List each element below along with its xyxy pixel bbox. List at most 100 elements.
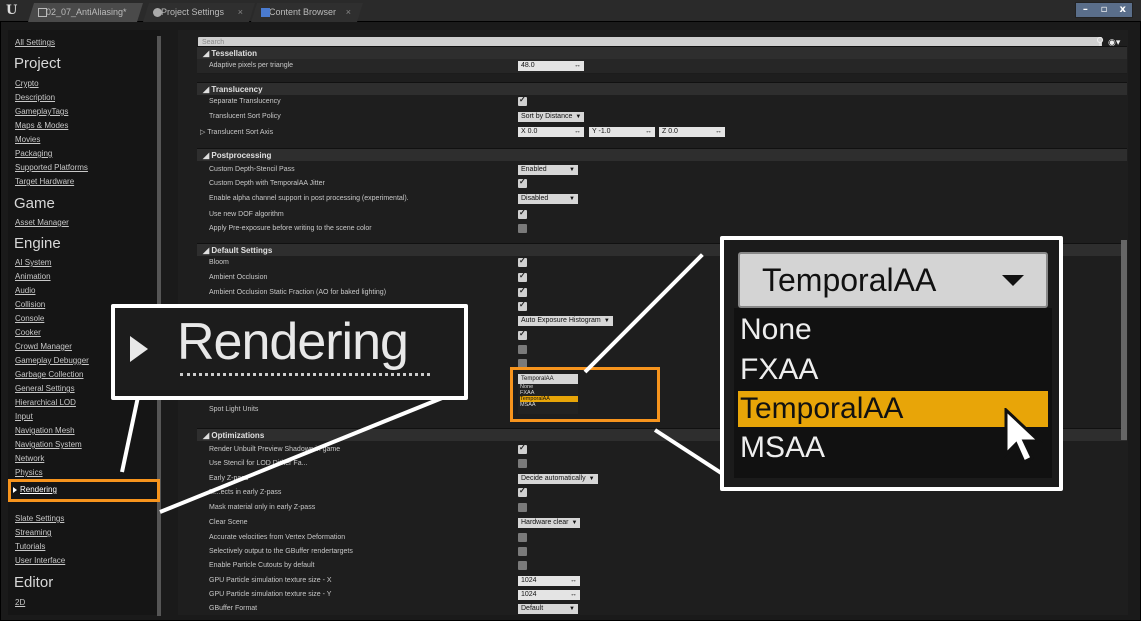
- sidebar-item-navigation-system[interactable]: Navigation System: [15, 440, 82, 449]
- sidebar-item-2d[interactable]: 2D: [15, 598, 25, 607]
- sidebar-all-settings[interactable]: All Settings: [15, 38, 55, 47]
- sidebar-item-general-settings[interactable]: General Settings: [15, 384, 75, 393]
- sort-policy-label: Translucent Sort Policy: [209, 113, 281, 120]
- masked-early-z-checkbox[interactable]: [518, 486, 527, 497]
- sidebar-heading-game: Game: [14, 195, 55, 212]
- panel-scrollbar[interactable]: [1121, 240, 1127, 440]
- depth-taa-checkbox[interactable]: [518, 177, 527, 188]
- aa-option-none[interactable]: None: [738, 312, 1048, 348]
- bloom-label: Bloom: [209, 259, 229, 266]
- close-tab-icon[interactable]: ×: [238, 3, 243, 22]
- clear-scene-label: Clear Scene: [209, 519, 248, 526]
- gbuffer-rt-checkbox[interactable]: [518, 547, 527, 556]
- sidebar-item-network[interactable]: Network: [15, 454, 44, 463]
- sort-axis-x-field[interactable]: X 0.0: [518, 127, 584, 137]
- sort-axis-y-field[interactable]: Y -1.0: [589, 127, 655, 137]
- sidebar-item-gameplay-debugger[interactable]: Gameplay Debugger: [15, 356, 89, 365]
- sidebar-item-crowd-manager[interactable]: Crowd Manager: [15, 342, 72, 351]
- sidebar-item-asset-manager[interactable]: Asset Manager: [15, 218, 69, 227]
- temporal-upsample-checkbox[interactable]: [518, 345, 527, 354]
- sidebar-item-gameplaytags[interactable]: GameplayTags: [15, 107, 68, 116]
- unbuilt-shadows-checkbox[interactable]: [518, 443, 527, 454]
- mask-material-checkbox[interactable]: [518, 503, 527, 512]
- ao-checkbox[interactable]: [518, 271, 527, 282]
- sidebar-item-input[interactable]: Input: [15, 412, 33, 421]
- sidebar-item-console[interactable]: Console: [15, 314, 44, 323]
- sidebar-item-crypto[interactable]: Crypto: [15, 79, 39, 88]
- depth-stencil-dropdown[interactable]: Enabled: [518, 165, 578, 175]
- aa-option-msaa[interactable]: MSAA: [738, 430, 1048, 466]
- aa-option-fxaa[interactable]: FXAA: [738, 352, 1048, 388]
- sidebar-item-audio[interactable]: Audio: [15, 286, 35, 295]
- particle-cutouts-checkbox[interactable]: [518, 561, 527, 570]
- gbuffer-rt-label: Selectively output to the GBuffer render…: [209, 548, 353, 555]
- sidebar-heading-engine: Engine: [14, 235, 61, 252]
- tab-level-label: 02_07_AntiAliasing*: [46, 7, 127, 17]
- gpu-x-field[interactable]: 1024: [518, 576, 580, 586]
- gbuffer-format-dropdown[interactable]: Default: [518, 604, 578, 614]
- stencil-lod-checkbox[interactable]: [518, 459, 527, 468]
- window-controls: – ▫ x: [1075, 2, 1133, 18]
- lens-flare-checkbox[interactable]: [518, 329, 527, 340]
- sidebar-item-user-interface[interactable]: User Interface: [15, 556, 65, 565]
- rendering-zoom-label: Rendering: [177, 313, 409, 371]
- motion-blur-checkbox[interactable]: [518, 300, 527, 311]
- level-icon: [38, 8, 47, 17]
- ao-static-checkbox[interactable]: [518, 286, 527, 297]
- section-postprocessing[interactable]: ◢ Postprocessing: [197, 148, 1127, 161]
- adaptive-pixels-field[interactable]: 48.0: [518, 61, 584, 71]
- minimize-button[interactable]: –: [1076, 3, 1095, 17]
- sidebar-item-movies[interactable]: Movies: [15, 135, 40, 144]
- sidebar-item-maps-modes[interactable]: Maps & Modes: [15, 121, 68, 130]
- clear-scene-dropdown[interactable]: Hardware clear: [518, 518, 581, 528]
- sidebar-item-packaging[interactable]: Packaging: [15, 149, 52, 158]
- preexposure-checkbox[interactable]: [518, 224, 527, 233]
- sort-axis-label[interactable]: ▷ Translucent Sort Axis: [200, 128, 273, 136]
- unreal-logo-icon: U: [6, 3, 18, 18]
- early-z-dropdown[interactable]: Decide automatically: [518, 474, 598, 484]
- sidebar-item-collision[interactable]: Collision: [15, 300, 45, 309]
- sidebar-item-supported-platforms[interactable]: Supported Platforms: [15, 163, 88, 172]
- tab-project-settings[interactable]: Project Settings ×: [143, 3, 255, 22]
- tab-content-browser-label: Content Browser: [269, 7, 337, 17]
- close-button[interactable]: x: [1113, 3, 1132, 17]
- tab-content-browser[interactable]: Content Browser ×: [251, 3, 363, 22]
- aa-method-dropdown[interactable]: TemporalAA: [738, 252, 1048, 308]
- table-row: [197, 59, 1127, 74]
- sidebar-item-target-hardware[interactable]: Target Hardware: [15, 177, 74, 186]
- separate-translucency-checkbox[interactable]: [518, 95, 527, 106]
- section-translucency[interactable]: ◢ Translucency: [197, 82, 1127, 95]
- aa-method-selected: TemporalAA: [762, 262, 937, 298]
- masked-early-z-label: M...ects in early Z-pass: [209, 489, 282, 496]
- sort-policy-dropdown[interactable]: Sort by Distance: [518, 112, 585, 122]
- vel-vertex-checkbox[interactable]: [518, 533, 527, 542]
- bloom-checkbox[interactable]: [518, 256, 527, 267]
- spot-light-units-label: Spot Light Units: [209, 406, 259, 413]
- sidebar-heading-editor: Editor: [14, 574, 54, 591]
- aa-option-temporalaa[interactable]: TemporalAA: [738, 391, 1048, 427]
- sidebar-item-description[interactable]: Description: [15, 93, 55, 102]
- sidebar-item-streaming[interactable]: Streaming: [15, 528, 51, 537]
- maximize-button[interactable]: ▫: [1095, 3, 1114, 17]
- ao-label: Ambient Occlusion: [209, 274, 268, 281]
- section-tessellation[interactable]: ◢ Tessellation: [197, 46, 1127, 59]
- dof-checkbox[interactable]: [518, 208, 527, 219]
- sidebar-item-garbage-collection[interactable]: Garbage Collection: [15, 370, 83, 379]
- sidebar-item-cooker[interactable]: Cooker: [15, 328, 41, 337]
- particle-cutouts-label: Enable Particle Cutouts by default: [209, 562, 315, 569]
- gpu-y-field[interactable]: 1024: [518, 590, 580, 600]
- tab-level[interactable]: 02_07_AntiAliasing*: [28, 3, 143, 22]
- sidebar-item-hierarchical-lod[interactable]: Hierarchical LOD: [15, 398, 76, 407]
- sidebar-item-physics[interactable]: Physics: [15, 468, 43, 477]
- auto-exposure-dropdown[interactable]: Auto Exposure Histogram: [518, 316, 613, 326]
- sidebar-item-ai-system[interactable]: AI System: [15, 258, 51, 267]
- aa-highlight-box: [510, 367, 660, 422]
- alpha-pp-dropdown[interactable]: Disabled: [518, 194, 578, 204]
- sidebar-item-animation[interactable]: Animation: [15, 272, 51, 281]
- sidebar-item-navigation-mesh[interactable]: Navigation Mesh: [15, 426, 75, 435]
- close-tab-icon[interactable]: ×: [346, 3, 351, 22]
- sort-axis-z-field[interactable]: Z 0.0: [659, 127, 725, 137]
- sidebar-heading-project: Project: [14, 55, 61, 72]
- sidebar-item-slate-settings[interactable]: Slate Settings: [15, 514, 64, 523]
- sidebar-item-tutorials[interactable]: Tutorials: [15, 542, 45, 551]
